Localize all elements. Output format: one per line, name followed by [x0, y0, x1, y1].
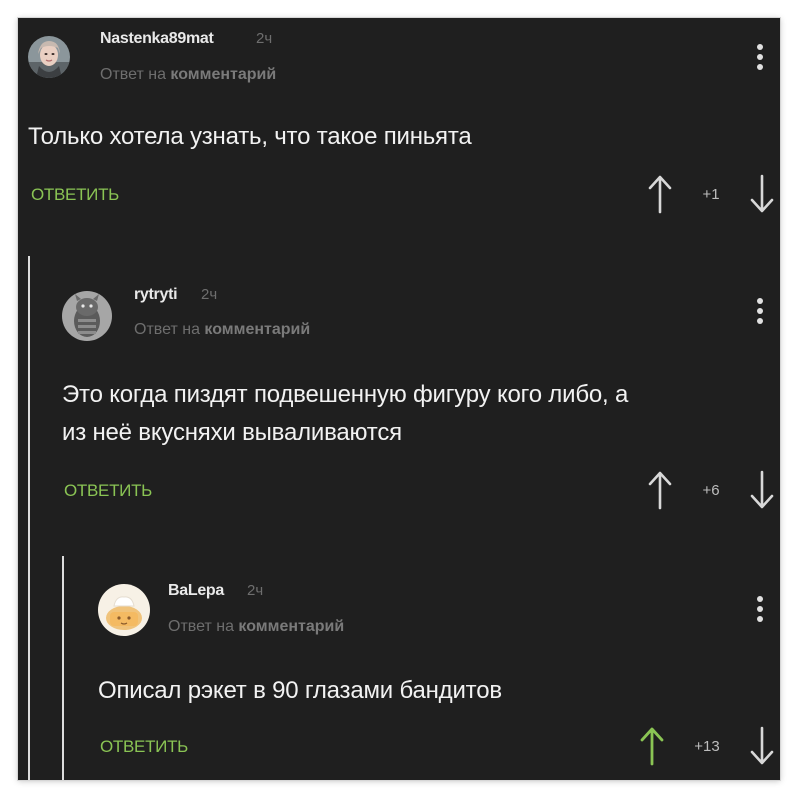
arrow-down-icon[interactable]: [749, 470, 775, 510]
comment-text: Это когда пиздят подвешенную фигуру кого…: [62, 376, 628, 452]
comment-author[interactable]: Nastenka89mat: [100, 30, 214, 48]
vote-score: +1: [702, 186, 720, 203]
kebab-menu-icon[interactable]: [755, 298, 765, 328]
comment-thread: Nastenka89mat 2ч Ответ на комментарий То…: [18, 18, 780, 780]
comment-author[interactable]: rytryti: [134, 286, 178, 304]
reply-button[interactable]: ОТВЕТИТЬ: [100, 737, 188, 757]
avatar[interactable]: [62, 291, 112, 341]
comment: rytryti 2ч Ответ на комментарий Это когд…: [18, 268, 780, 548]
reply-prefix: Ответ на: [134, 321, 200, 338]
arrow-down-icon[interactable]: [749, 726, 775, 766]
arrow-up-icon[interactable]: [639, 726, 665, 766]
comment: BaLepa 2ч Ответ на комментарий Описал рэ…: [18, 568, 780, 780]
comment: Nastenka89mat 2ч Ответ на комментарий То…: [18, 18, 780, 248]
reply-context[interactable]: Ответ на комментарий: [134, 321, 310, 339]
reply-context[interactable]: Ответ на комментарий: [168, 618, 344, 636]
comment-author[interactable]: BaLepa: [168, 582, 224, 600]
kebab-menu-icon[interactable]: [755, 44, 765, 74]
comment-text-line: из неё вкусняхи вываливаются: [62, 419, 402, 446]
arrow-down-icon[interactable]: [749, 174, 775, 214]
vote-score: +6: [702, 482, 720, 499]
reply-target-link[interactable]: комментарий: [238, 618, 344, 635]
avatar[interactable]: [98, 584, 150, 636]
reply-context[interactable]: Ответ на комментарий: [100, 66, 276, 84]
comment-text: Описал рэкет в 90 глазами бандитов: [98, 672, 502, 710]
kebab-menu-icon[interactable]: [755, 596, 765, 626]
avatar[interactable]: [28, 36, 70, 78]
comment-text-line: Это когда пиздят подвешенную фигуру кого…: [62, 381, 629, 408]
reply-button[interactable]: ОТВЕТИТЬ: [31, 185, 119, 205]
reply-prefix: Ответ на: [168, 618, 234, 635]
comment-text: Только хотела узнать, что такое пиньята: [28, 118, 472, 156]
comment-time: 2ч: [247, 582, 264, 599]
comment-time: 2ч: [256, 30, 273, 47]
comment-time: 2ч: [201, 286, 218, 303]
arrow-up-icon[interactable]: [647, 174, 673, 214]
comment-text-line: Только хотела узнать, что такое пиньята: [28, 123, 472, 150]
arrow-up-icon[interactable]: [647, 470, 673, 510]
vote-score: +13: [694, 738, 720, 755]
comment-text-line: Описал рэкет в 90 глазами бандитов: [98, 677, 502, 704]
reply-button[interactable]: ОТВЕТИТЬ: [64, 481, 152, 501]
reply-prefix: Ответ на: [100, 66, 166, 83]
reply-target-link[interactable]: комментарий: [170, 66, 276, 83]
reply-target-link[interactable]: комментарий: [204, 321, 310, 338]
